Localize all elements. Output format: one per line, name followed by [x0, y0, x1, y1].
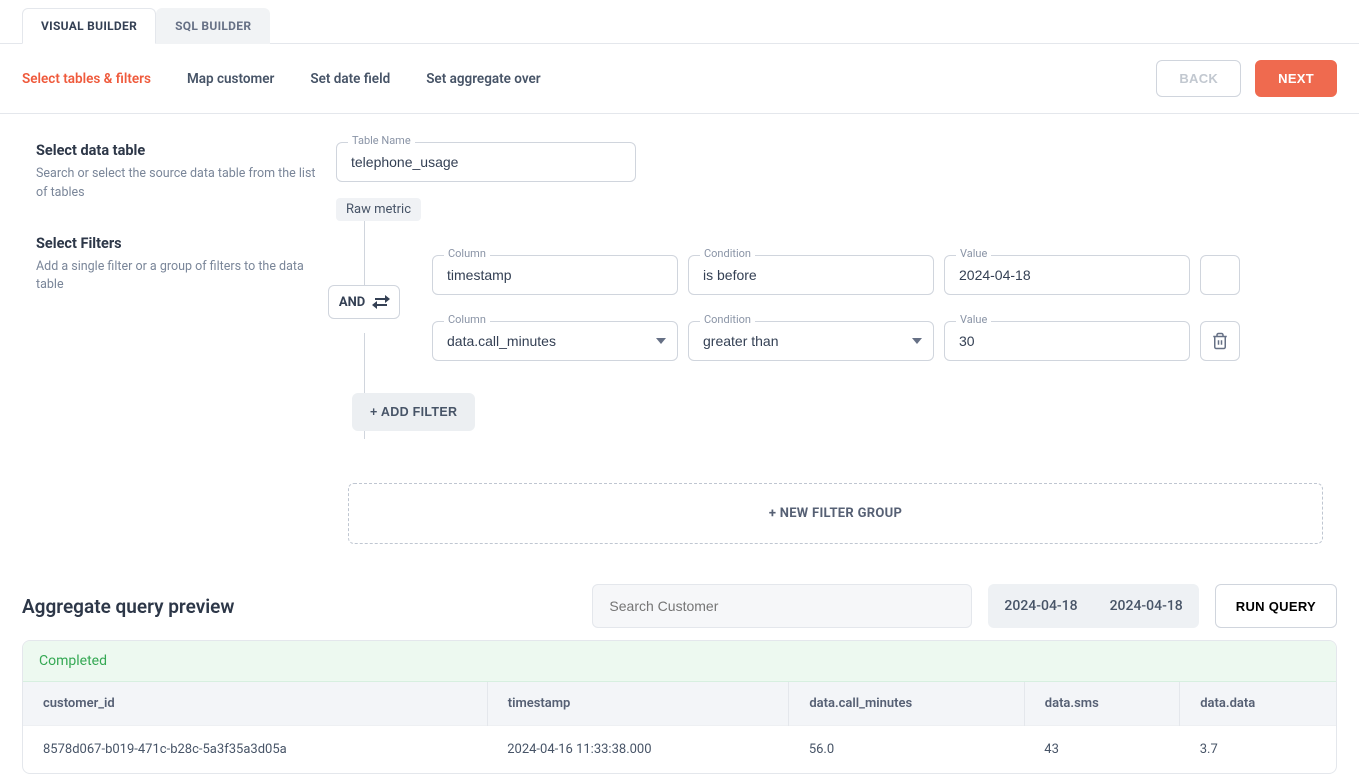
- filter-column-select[interactable]: [432, 255, 678, 295]
- select-data-table-heading: Select data table: [36, 142, 316, 159]
- step-select-tables[interactable]: Select tables & filters: [22, 71, 151, 87]
- chevron-down-icon: [912, 338, 922, 344]
- raw-metric-badge[interactable]: Raw metric: [336, 198, 421, 221]
- table-header-cell: data.data: [1180, 682, 1336, 726]
- filter-value-input[interactable]: [944, 255, 1190, 295]
- table-name-input[interactable]: [336, 142, 636, 182]
- date-from: 2024-04-18: [988, 598, 1093, 614]
- select-data-table-desc: Search or select the source data table f…: [36, 165, 316, 203]
- date-range-picker[interactable]: 2024-04-18 2024-04-18: [988, 584, 1198, 628]
- select-filters-heading: Select Filters: [36, 235, 316, 252]
- table-cell: 56.0: [789, 726, 1024, 774]
- new-filter-group-button[interactable]: + NEW FILTER GROUP: [348, 483, 1323, 544]
- logic-label: AND: [339, 295, 365, 310]
- wizard-step-bar: Select tables & filters Map customer Set…: [0, 44, 1359, 114]
- table-cell: 2024-04-16 11:33:38.000: [487, 726, 789, 774]
- table-cell: 3.7: [1180, 726, 1336, 774]
- filter-value-label: Value: [956, 247, 991, 260]
- filter-connector-line: [364, 221, 365, 285]
- filter-condition-label: Condition: [700, 313, 755, 326]
- filter-condition-select[interactable]: [688, 255, 934, 295]
- select-filters-desc: Add a single filter or a group of filter…: [36, 258, 316, 296]
- table-name-label: Table Name: [348, 134, 415, 147]
- delete-filter-button[interactable]: [1200, 321, 1240, 361]
- step-set-date-field[interactable]: Set date field: [310, 71, 390, 87]
- add-filter-button[interactable]: + ADD FILTER: [352, 393, 475, 431]
- table-cell: 8578d067-b019-471c-b28c-5a3f35a3d05a: [23, 726, 487, 774]
- aggregate-preview-title: Aggregate query preview: [22, 595, 576, 618]
- step-map-customer[interactable]: Map customer: [187, 71, 274, 87]
- table-cell: 43: [1024, 726, 1179, 774]
- tab-visual-builder[interactable]: VISUAL BUILDER: [22, 8, 156, 44]
- results-table: customer_idtimestampdata.call_minutesdat…: [23, 682, 1336, 773]
- filter-logic-operator[interactable]: AND: [328, 285, 400, 319]
- table-row: 8578d067-b019-471c-b28c-5a3f35a3d05a2024…: [23, 726, 1336, 774]
- table-header-cell: data.sms: [1024, 682, 1179, 726]
- table-header-cell: timestamp: [487, 682, 789, 726]
- search-customer-input[interactable]: [592, 584, 972, 628]
- filter-column-select[interactable]: [432, 321, 678, 361]
- table-header-cell: data.call_minutes: [789, 682, 1024, 726]
- filter-value-label: Value: [956, 313, 991, 326]
- filter-condition-label: Condition: [700, 247, 755, 260]
- back-button[interactable]: BACK: [1156, 60, 1241, 97]
- swap-icon: [373, 294, 389, 310]
- chevron-down-icon: [656, 338, 666, 344]
- query-status-banner: Completed: [23, 641, 1336, 682]
- step-set-aggregate[interactable]: Set aggregate over: [426, 71, 540, 87]
- table-header-cell: customer_id: [23, 682, 487, 726]
- filter-row: ColumnConditionValue: [432, 321, 1323, 373]
- date-to: 2024-04-18: [1094, 598, 1199, 614]
- filter-value-input[interactable]: [944, 321, 1190, 361]
- filter-action-button[interactable]: [1200, 255, 1240, 295]
- next-button[interactable]: NEXT: [1255, 60, 1337, 97]
- filter-column-label: Column: [444, 313, 490, 326]
- trash-icon: [1211, 332, 1229, 350]
- builder-mode-tabs: VISUAL BUILDER SQL BUILDER: [0, 0, 1359, 44]
- filter-condition-select[interactable]: [688, 321, 934, 361]
- run-query-button[interactable]: RUN QUERY: [1215, 584, 1337, 628]
- filter-row: ColumnConditionValue: [432, 255, 1323, 307]
- filter-column-label: Column: [444, 247, 490, 260]
- tab-sql-builder[interactable]: SQL BUILDER: [156, 8, 270, 44]
